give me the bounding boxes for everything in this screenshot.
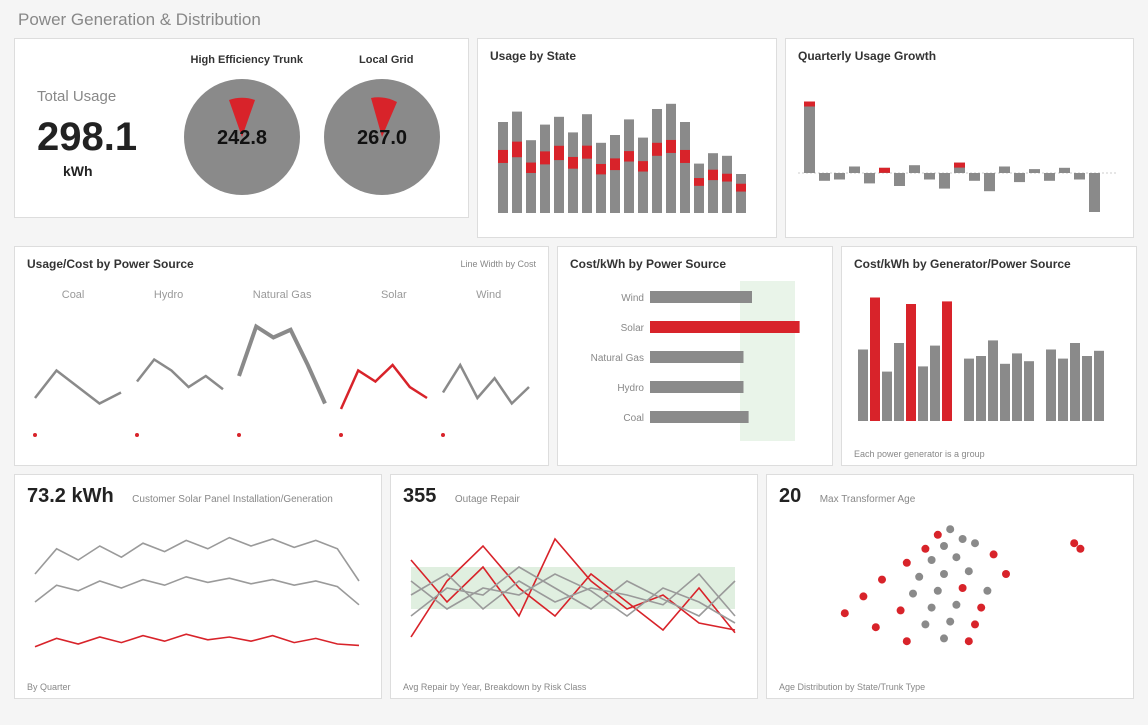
card-outage-repair: 355 Outage Repair Avg Repair by Year, Br… [390,474,758,699]
chart-usage-cost-by-source[interactable] [27,301,537,441]
total-usage-label: Total Usage [37,88,177,105]
source-label-coal: Coal [62,289,85,301]
chart-usage-by-state[interactable] [490,63,766,223]
usage-by-state-title: Usage by State [490,49,764,63]
svg-text:Wind: Wind [621,293,644,304]
chart-quarterly-growth[interactable] [798,63,1118,223]
card-quarterly-growth: Quarterly Usage Growth [785,38,1134,238]
outage-footnote: Avg Repair by Year, Breakdown by Risk Cl… [403,682,586,692]
quarterly-growth-title: Quarterly Usage Growth [798,49,1121,63]
card-solar-install: 73.2 kWh Customer Solar Panel Installati… [14,474,382,699]
cost-kwh-source-title: Cost/kWh by Power Source [570,257,820,271]
card-cost-kwh-gen: Cost/kWh by Generator/Power Source Each … [841,246,1137,466]
gauge-1[interactable]: 242.8 [177,72,307,202]
outage-title: Outage Repair [455,494,520,505]
solar-value: 73.2 kWh [27,485,114,508]
chart-transformer-age[interactable] [779,508,1109,668]
transformer-value: 20 [779,485,801,508]
total-usage-value: 298.1 [37,115,177,159]
source-label-wind: Wind [476,289,501,301]
source-label-hydro: Hydro [154,289,183,301]
svg-text:Coal: Coal [623,413,644,424]
usage-cost-note: Line Width by Cost [460,259,536,269]
source-label-natural-gas: Natural Gas [253,289,312,301]
gauge-1-title: High Efficiency Trunk [177,54,317,66]
card-cost-kwh-source: Cost/kWh by Power Source Wind Solar Natura… [557,246,833,466]
cost-kwh-gen-footnote: Each power generator is a group [854,449,985,459]
transformer-title: Max Transformer Age [820,494,916,505]
gauge-2[interactable]: 267.0 [317,72,447,202]
page-title: Power Generation & Distribution [14,10,1134,30]
card-transformer-age: 20 Max Transformer Age Age Distribution … [766,474,1134,699]
card-usage-by-state: Usage by State [477,38,777,238]
chart-cost-kwh-gen[interactable] [854,271,1124,431]
svg-text:Natural Gas: Natural Gas [591,353,644,364]
svg-text:Solar: Solar [621,323,645,334]
cost-kwh-gen-title: Cost/kWh by Generator/Power Source [854,257,1124,271]
chart-cost-kwh-source[interactable]: Wind Solar Natural Gas Hydro Coal [570,271,820,451]
gauge-2-value: 267.0 [356,127,406,149]
source-label-solar: Solar [381,289,407,301]
solar-title: Customer Solar Panel Installation/Genera… [132,494,333,505]
svg-text:Hydro: Hydro [617,383,644,394]
chart-outage-repair[interactable] [403,508,743,668]
gauge-2-title: Local Grid [317,54,457,66]
chart-solar-install[interactable] [27,508,367,668]
total-usage-unit: kWh [37,163,177,179]
card-usage-cost-by-source: Usage/Cost by Power Source Line Width by… [14,246,549,466]
transformer-footnote: Age Distribution by State/Trunk Type [779,682,925,692]
outage-value: 355 [403,485,436,508]
card-total-usage: Total Usage 298.1 kWh High Efficiency Tr… [14,38,469,218]
gauge-1-value: 242.8 [217,127,267,149]
solar-footnote: By Quarter [27,682,71,692]
